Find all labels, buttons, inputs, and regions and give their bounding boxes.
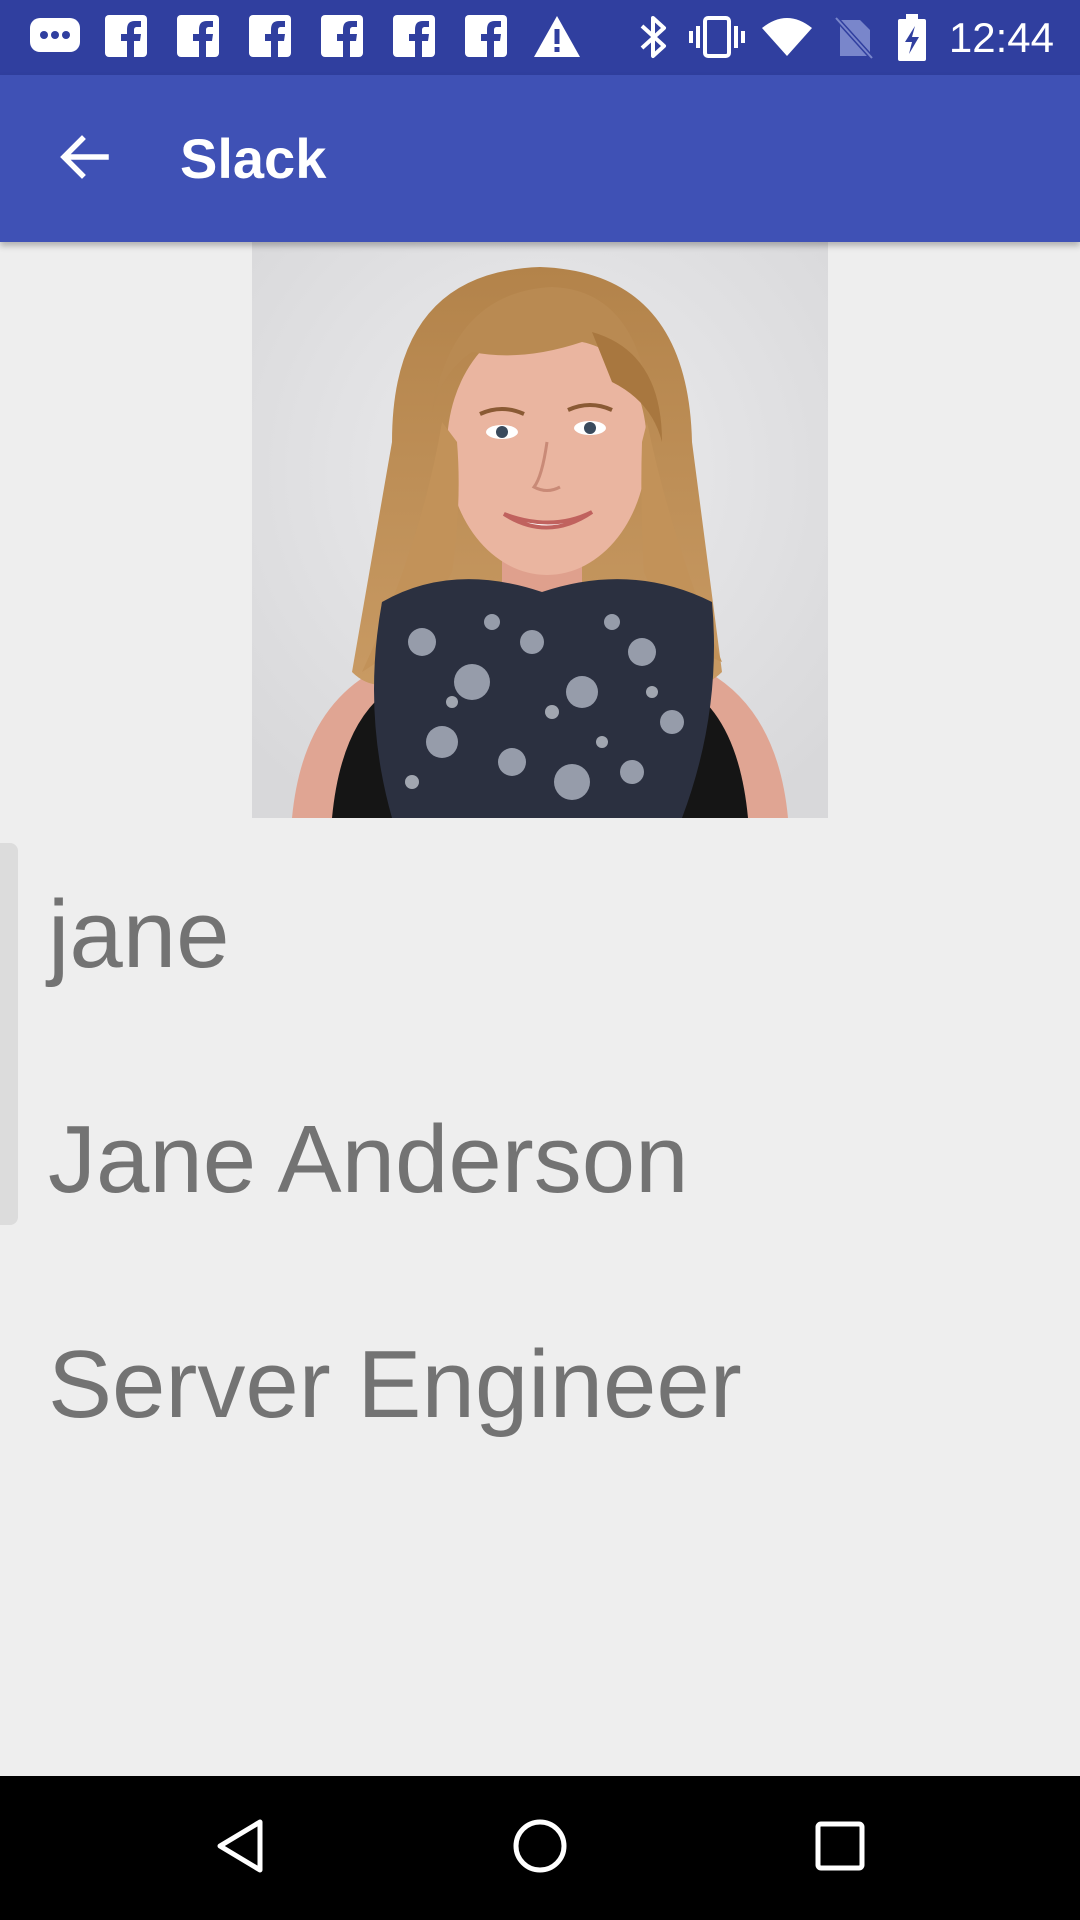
nav-recents-button[interactable]	[790, 1798, 890, 1898]
username-text: jane	[48, 881, 230, 988]
status-bar: 12:44	[0, 0, 1080, 75]
app-title: Slack	[180, 127, 327, 190]
bluetooth-icon	[636, 14, 670, 65]
scroll-indicator[interactable]	[0, 843, 18, 1225]
clock: 12:44	[948, 14, 1054, 61]
job-title-text: Server Engineer	[48, 1331, 742, 1438]
full-name-text: Jane Anderson	[48, 1106, 689, 1213]
facebook-icon	[104, 14, 148, 63]
home-circle-icon	[510, 1816, 570, 1881]
recents-square-icon	[810, 1816, 870, 1881]
facebook-icon	[464, 14, 508, 63]
messenger-icon	[28, 14, 82, 65]
app-bar: Slack	[0, 75, 1080, 242]
facebook-icon	[392, 14, 436, 63]
nav-home-button[interactable]	[490, 1798, 590, 1898]
vibrate-icon	[688, 14, 746, 65]
nav-back-button[interactable]	[190, 1798, 290, 1898]
arrow-back-icon	[58, 131, 110, 188]
battery-charging-icon	[896, 14, 928, 67]
no-sim-icon	[834, 14, 874, 65]
facebook-icon	[176, 14, 220, 63]
back-button[interactable]	[44, 119, 124, 199]
warning-icon	[532, 14, 582, 65]
profile-photo	[252, 242, 828, 818]
facebook-icon	[248, 14, 292, 63]
back-triangle-icon	[210, 1816, 270, 1881]
navigation-bar	[0, 1776, 1080, 1920]
wifi-icon	[760, 14, 814, 65]
facebook-icon	[320, 14, 364, 63]
